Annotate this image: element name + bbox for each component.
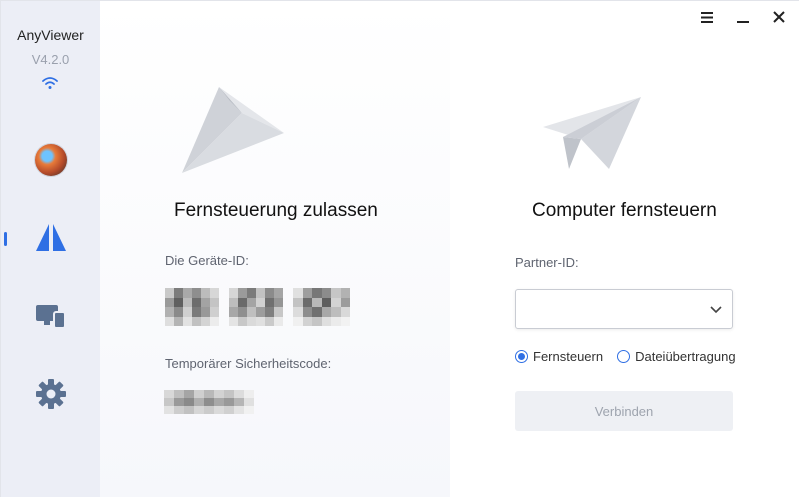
devices-icon: [35, 305, 66, 329]
minimize-icon: [737, 21, 749, 23]
device-id-label: Die Geräte-ID:: [165, 253, 249, 268]
option-fernsteuern[interactable]: Fernsteuern: [515, 349, 603, 364]
temp-code-label: Temporärer Sicherheitscode:: [165, 356, 332, 371]
sidebar-item-settings[interactable]: [1, 369, 100, 419]
radio-unselected-icon[interactable]: [617, 350, 631, 363]
app-name: AnyViewer: [17, 27, 84, 43]
device-id-value: [165, 288, 350, 326]
close-button[interactable]: [769, 7, 789, 27]
mode-options: Fernsteuern Dateiübertragung: [515, 349, 736, 364]
main-area: Fernsteuerung zulassen Die Geräte-ID: Te…: [100, 1, 799, 497]
connect-button[interactable]: Verbinden: [515, 391, 733, 431]
paper-plane-illustration: [182, 87, 284, 173]
window-controls: [697, 7, 789, 27]
sidebar-item-devices[interactable]: [1, 291, 100, 341]
minimize-button[interactable]: [733, 7, 753, 27]
gear-icon: [35, 379, 66, 409]
remote-control-title: Computer fernsteuern: [532, 200, 717, 221]
partner-id-label: Partner-ID:: [515, 255, 579, 270]
hamburger-icon: [701, 11, 713, 23]
sidebar-item-avatar[interactable]: [1, 135, 100, 185]
allow-control-title: Fernsteuerung zulassen: [174, 200, 378, 221]
app-window: AnyViewer V4.2.0 Fernsteuerung zulassen …: [0, 0, 799, 497]
option-dateiuebertragung[interactable]: Dateiübertragung: [617, 349, 736, 364]
radio-selected-icon[interactable]: [515, 350, 528, 363]
temp-code-value: [164, 390, 254, 414]
anyviewer-logo-icon: [35, 224, 66, 251]
app-version: V4.2.0: [31, 52, 70, 67]
partner-id-input[interactable]: [515, 289, 733, 329]
sidebar-item-remote-control[interactable]: [1, 213, 100, 263]
sidebar: AnyViewer V4.2.0: [1, 1, 100, 497]
chevron-down-icon[interactable]: [710, 303, 722, 315]
allow-control-panel: [100, 1, 450, 497]
option-fernsteuern-label: Fernsteuern: [533, 349, 604, 364]
close-icon: [773, 11, 785, 23]
wifi-icon: [42, 77, 58, 89]
menu-button[interactable]: [697, 7, 717, 27]
option-dateiuebertragung-label: Dateiübertragung: [635, 349, 736, 364]
avatar: [34, 144, 67, 176]
paper-plane-illustration: [543, 97, 641, 169]
